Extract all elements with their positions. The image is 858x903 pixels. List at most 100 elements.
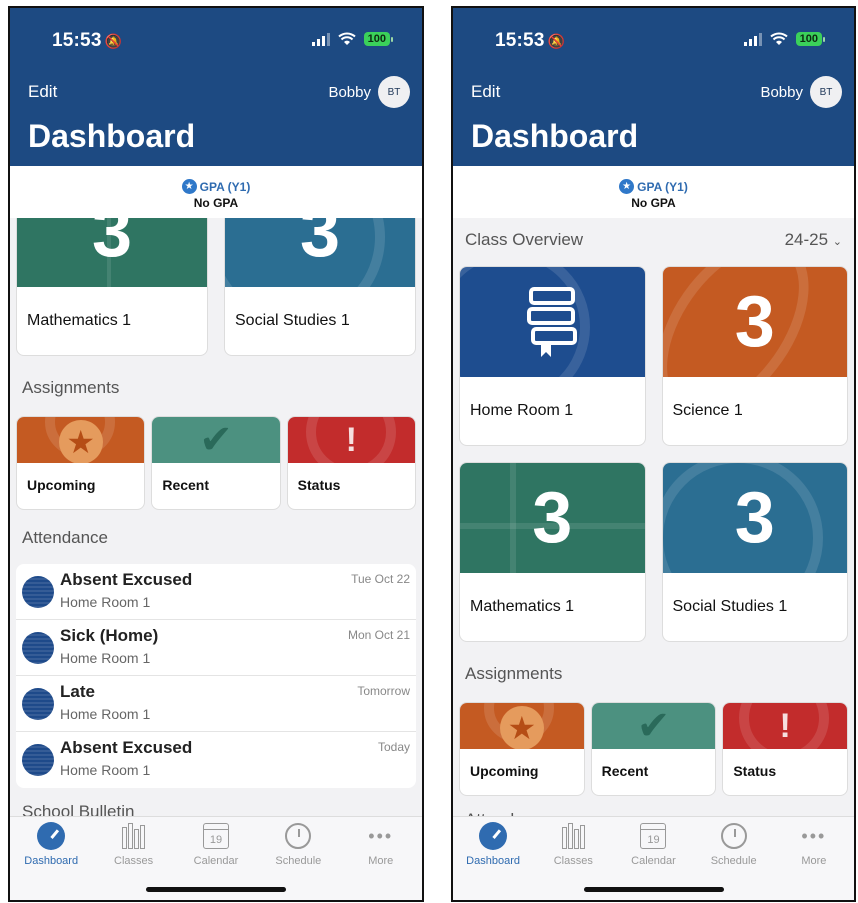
class-card-mathematics[interactable]: 3 Mathematics 1 [459, 462, 646, 642]
assignment-card-upcoming[interactable]: ★ Upcoming [16, 416, 146, 510]
status-time: 15:53 [52, 30, 102, 51]
assignment-label: Status [297, 477, 341, 493]
tab-schedule[interactable]: Schedule [258, 821, 338, 867]
attendance-list: Absent Excused Home Room 1 Tue Oct 22 Si… [16, 564, 416, 788]
app-header: 15:53 🔕 100 Edit Bobby BT Dashboard [453, 8, 854, 166]
star-icon: ★ [619, 179, 635, 194]
books-icon [527, 287, 578, 357]
year-selector[interactable]: 24-25 ⌄ [785, 230, 842, 250]
attendance-icon [22, 576, 54, 608]
clock-icon [285, 823, 312, 849]
class-name: Social Studies 1 [235, 312, 350, 329]
assignment-card-recent[interactable]: ✔ Recent [590, 702, 717, 796]
class-badge: 3 [734, 478, 775, 558]
checkmark-icon: ✔ [636, 704, 671, 748]
exclamation-icon: ! [345, 420, 357, 459]
tab-dashboard[interactable]: Dashboard [453, 821, 533, 867]
user-name: Bobby [760, 83, 803, 101]
star-icon: ★ [499, 706, 544, 749]
class-card-social-studies[interactable]: 3 Social Studies 1 [224, 218, 416, 356]
user-profile-button[interactable]: Bobby BT [328, 76, 410, 108]
gpa-summary[interactable]: ★ GPA (Y1) No GPA [10, 166, 422, 218]
assignment-label: Upcoming [470, 763, 539, 779]
class-name: Science 1 [672, 402, 743, 419]
attendance-item[interactable]: Absent Excused Home Room 1 Today [16, 732, 416, 788]
tab-schedule[interactable]: Schedule [694, 821, 774, 867]
tab-classes[interactable]: Classes [533, 821, 613, 867]
books-icon [122, 823, 146, 849]
class-name: Mathematics 1 [470, 598, 575, 615]
tab-dashboard[interactable]: Dashboard [11, 821, 91, 867]
tab-classes[interactable]: Classes [94, 821, 174, 867]
calendar-icon: 19 [640, 823, 667, 849]
bell-muted-icon: 🔕 [547, 33, 566, 49]
tab-bar: Dashboard Classes 19 Calendar Schedule ••… [453, 816, 854, 900]
class-card-home-room[interactable]: Home Room 1 [459, 266, 646, 446]
section-title-assignments: Assignments [22, 378, 120, 397]
class-badge: 3 [532, 478, 573, 558]
gpa-summary[interactable]: ★ GPA (Y1) No GPA [453, 166, 854, 218]
class-card-mathematics[interactable]: 3 Mathematics 1 [16, 218, 208, 356]
page-title: Dashboard [471, 118, 639, 154]
attendance-item[interactable]: Late Home Room 1 Tomorrow [16, 676, 416, 732]
battery-indicator: 100 [363, 32, 394, 46]
calendar-icon: 19 [202, 823, 229, 849]
tab-more[interactable]: ••• More [341, 821, 421, 868]
phone-screen-top: 15:53 🔕 100 Edit Bobby BT Dashboard ★ GPA … [451, 6, 856, 902]
books-icon [561, 823, 585, 849]
dashboard-scroll[interactable]: 3 Mathematics 1 3 Social Studies 1 Assig… [10, 218, 422, 816]
battery-indicator: 100 [795, 32, 826, 46]
user-profile-button[interactable]: Bobby BT [760, 76, 842, 108]
attendance-item[interactable]: Sick (Home) Home Room 1 Mon Oct 21 [16, 620, 416, 676]
more-icon: ••• [801, 825, 827, 846]
app-header: 15:53 🔕 100 Edit Bobby BT Dashboard [10, 8, 422, 166]
dashboard-icon [37, 822, 66, 850]
star-icon: ★ [181, 179, 197, 194]
class-badge: 3 [91, 218, 133, 272]
section-title-attendance: Attendance [22, 528, 109, 547]
assignment-label: Status [733, 763, 777, 779]
gpa-label: GPA (Y1) [637, 179, 688, 194]
tab-calendar[interactable]: 19 Calendar [613, 821, 693, 867]
dashboard-icon [479, 822, 508, 850]
tab-more[interactable]: ••• More [774, 821, 854, 868]
avatar: BT [810, 76, 842, 108]
status-bar: 15:53 🔕 100 [453, 8, 854, 72]
assignment-label: Recent [162, 477, 210, 493]
edit-button[interactable]: Edit [471, 82, 500, 102]
section-title-class-overview: Class Overview [465, 230, 584, 249]
avatar: BT [378, 76, 410, 108]
chevron-down-icon: ⌄ [832, 236, 842, 248]
page-title: Dashboard [28, 118, 196, 154]
home-indicator [583, 887, 724, 892]
attendance-item[interactable]: Absent Excused Home Room 1 Tue Oct 22 [16, 564, 416, 620]
clock-icon [720, 823, 747, 849]
phone-screen-scrolled: 15:53 🔕 100 Edit Bobby BT Dashboard ★ GPA … [8, 6, 424, 902]
class-card-science[interactable]: 3 Science 1 [661, 266, 848, 446]
exclamation-icon: ! [779, 706, 791, 745]
assignment-card-recent[interactable]: ✔ Recent [151, 416, 281, 510]
tab-calendar[interactable]: 19 Calendar [176, 821, 256, 867]
status-bar: 15:53 🔕 100 [10, 8, 422, 72]
dashboard-scroll[interactable]: Class Overview 24-25 ⌄ Home Room 1 3 Sci… [453, 218, 854, 816]
status-time: 15:53 [495, 30, 545, 51]
class-card-social-studies[interactable]: 3 Social Studies 1 [661, 462, 848, 642]
class-name: Home Room 1 [470, 402, 574, 419]
section-title-bulletin: School Bulletin [22, 802, 135, 816]
bell-muted-icon: 🔕 [104, 33, 123, 49]
wifi-icon [769, 32, 788, 45]
checkmark-icon: ✔ [199, 418, 233, 462]
class-name: Mathematics 1 [27, 312, 132, 329]
class-name: Social Studies 1 [672, 598, 788, 615]
assignment-card-status[interactable]: ! Status [286, 416, 416, 510]
assignment-label: Upcoming [27, 477, 96, 493]
class-badge: 3 [734, 282, 775, 362]
tab-bar: Dashboard Classes 19 Calendar Schedule ••… [10, 816, 422, 900]
edit-button[interactable]: Edit [28, 82, 57, 102]
user-name: Bobby [328, 83, 371, 101]
assignment-card-upcoming[interactable]: ★ Upcoming [459, 702, 585, 796]
assignment-label: Recent [601, 763, 649, 779]
assignment-card-status[interactable]: ! Status [722, 702, 848, 796]
signal-icon [743, 32, 762, 46]
home-indicator [146, 887, 286, 892]
